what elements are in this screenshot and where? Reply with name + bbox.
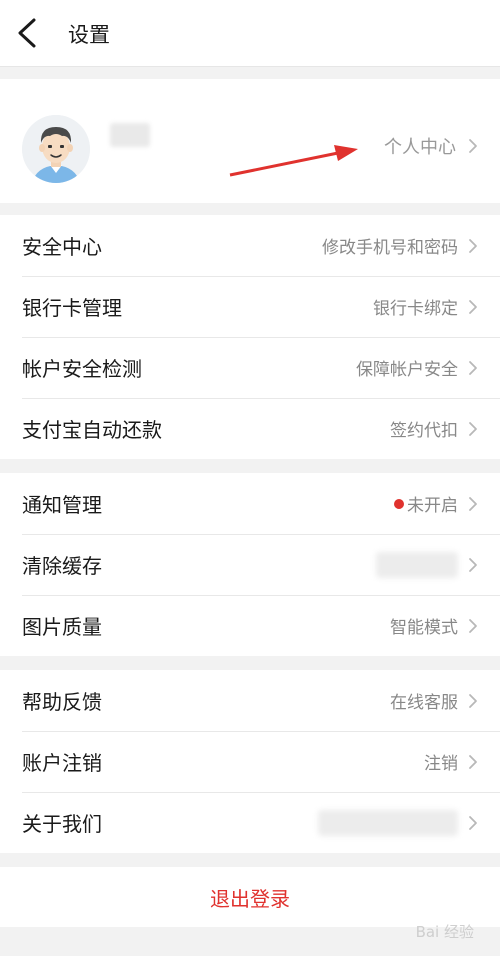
row-label: 安全中心 bbox=[22, 235, 102, 259]
settings-row-bank-card[interactable]: 银行卡管理 银行卡绑定 bbox=[0, 276, 500, 337]
chevron-right-icon bbox=[469, 421, 477, 436]
back-button[interactable] bbox=[14, 16, 44, 50]
settings-row-account-security-check[interactable]: 帐户安全检测 保障帐户安全 bbox=[0, 337, 500, 398]
row-right bbox=[376, 551, 478, 578]
section-gap bbox=[0, 67, 500, 79]
row-value: 在线客服 bbox=[390, 693, 458, 713]
settings-row-image-quality[interactable]: 图片质量 智能模式 bbox=[0, 595, 500, 656]
cache-size-value bbox=[376, 551, 458, 578]
row-label: 账户注销 bbox=[22, 751, 102, 775]
row-value: 修改手机号和密码 bbox=[322, 238, 458, 258]
row-label: 帮助反馈 bbox=[22, 690, 102, 714]
row-value: 智能模式 bbox=[390, 618, 458, 638]
row-value: 未开启 bbox=[407, 496, 458, 516]
chevron-right-icon bbox=[469, 139, 477, 153]
settings-row-alipay-repayment[interactable]: 支付宝自动还款 签约代扣 bbox=[0, 398, 500, 459]
chevron-right-icon bbox=[469, 618, 477, 633]
watermark-logo: Bai 经验 bbox=[415, 923, 474, 941]
row-right bbox=[318, 809, 478, 836]
chevron-right-icon bbox=[469, 238, 477, 253]
row-value: 签约代扣 bbox=[390, 421, 458, 441]
settings-row-clear-cache[interactable]: 清除缓存 bbox=[0, 534, 500, 595]
settings-row-about-us[interactable]: 关于我们 bbox=[0, 792, 500, 853]
chevron-right-icon bbox=[469, 693, 477, 708]
chevron-left-icon bbox=[18, 18, 36, 48]
row-value: 保障帐户安全 bbox=[356, 360, 458, 380]
row-label: 银行卡管理 bbox=[22, 296, 122, 320]
row-right: 在线客服 bbox=[390, 688, 478, 713]
section-gap bbox=[0, 656, 500, 670]
personal-center-label: 个人中心 bbox=[384, 137, 456, 158]
row-right: 未开启 bbox=[394, 491, 478, 516]
username bbox=[110, 123, 150, 147]
chevron-right-icon bbox=[469, 299, 477, 314]
settings-row-security-center[interactable]: 安全中心 修改手机号和密码 bbox=[0, 215, 500, 276]
chevron-right-icon bbox=[469, 815, 477, 830]
section-gap bbox=[0, 459, 500, 473]
navigation-bar: 设置 bbox=[0, 0, 500, 67]
row-label: 清除缓存 bbox=[22, 554, 102, 578]
row-label: 关于我们 bbox=[22, 812, 102, 836]
row-right: 签约代扣 bbox=[390, 416, 478, 441]
settings-group-app: 通知管理 未开启 清除缓存 图片质量 智能模式 bbox=[0, 473, 500, 656]
avatar-boy-icon[interactable] bbox=[22, 115, 90, 183]
page-title: 设置 bbox=[68, 23, 110, 47]
row-label: 通知管理 bbox=[22, 493, 102, 517]
row-label: 帐户安全检测 bbox=[22, 357, 142, 381]
personal-center-link[interactable]: 个人中心 bbox=[384, 132, 478, 160]
chevron-right-icon bbox=[469, 557, 477, 572]
settings-group-support: 帮助反馈 在线客服 账户注销 注销 关于我们 bbox=[0, 670, 500, 853]
settings-group-account: 安全中心 修改手机号和密码 银行卡管理 银行卡绑定 帐户安全检测 保障帐户安全 … bbox=[0, 215, 500, 459]
row-right: 银行卡绑定 bbox=[373, 294, 478, 319]
logout-button[interactable]: 退出登录 bbox=[0, 867, 500, 927]
row-label: 图片质量 bbox=[22, 615, 102, 639]
settings-row-notifications[interactable]: 通知管理 未开启 bbox=[0, 473, 500, 534]
row-right: 智能模式 bbox=[390, 613, 478, 638]
row-label: 支付宝自动还款 bbox=[22, 418, 162, 442]
logout-label: 退出登录 bbox=[210, 886, 290, 911]
status-dot-icon bbox=[394, 498, 404, 509]
chevron-right-icon bbox=[469, 754, 477, 769]
settings-row-help-feedback[interactable]: 帮助反馈 在线客服 bbox=[0, 670, 500, 731]
row-right: 保障帐户安全 bbox=[356, 355, 478, 380]
settings-row-account-deactivation[interactable]: 账户注销 注销 bbox=[0, 731, 500, 792]
section-gap bbox=[0, 203, 500, 215]
chevron-right-icon bbox=[469, 496, 477, 511]
profile-card[interactable]: 个人中心 bbox=[0, 79, 500, 203]
section-gap bbox=[0, 853, 500, 867]
chevron-right-icon bbox=[469, 360, 477, 375]
row-right: 注销 bbox=[424, 749, 478, 774]
row-value: 银行卡绑定 bbox=[373, 299, 458, 319]
row-right: 修改手机号和密码 bbox=[322, 233, 478, 258]
row-value: 注销 bbox=[424, 754, 458, 774]
version-value bbox=[318, 809, 458, 836]
